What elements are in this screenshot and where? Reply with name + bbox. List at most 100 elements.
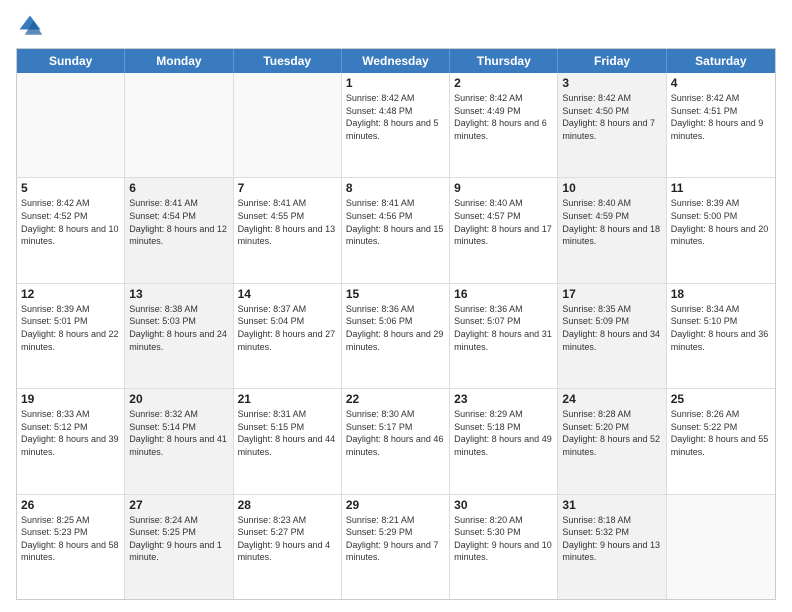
day-number: 23 [454, 392, 553, 406]
day-detail: Sunrise: 8:41 AM Sunset: 4:54 PM Dayligh… [129, 197, 228, 247]
day-detail: Sunrise: 8:41 AM Sunset: 4:56 PM Dayligh… [346, 197, 445, 247]
cal-cell: 15Sunrise: 8:36 AM Sunset: 5:06 PM Dayli… [342, 284, 450, 388]
day-detail: Sunrise: 8:38 AM Sunset: 5:03 PM Dayligh… [129, 303, 228, 353]
day-number: 5 [21, 181, 120, 195]
cal-cell: 12Sunrise: 8:39 AM Sunset: 5:01 PM Dayli… [17, 284, 125, 388]
header [16, 12, 776, 40]
day-number: 19 [21, 392, 120, 406]
day-detail: Sunrise: 8:30 AM Sunset: 5:17 PM Dayligh… [346, 408, 445, 458]
cal-cell: 24 Sunrise: 8:28 AM Sunset: 5:20 PM Dayli… [558, 389, 666, 493]
cal-cell: 25 Sunrise: 8:26 AM Sunset: 5:22 PM Dayli… [667, 389, 775, 493]
day-number: 20 [129, 392, 228, 406]
col-header-monday: Monday [125, 49, 233, 73]
day-number: 25 [671, 392, 771, 406]
week-row-2: 5 Sunrise: 8:42 AM Sunset: 4:52 PM Daylig… [17, 178, 775, 283]
day-number: 15 [346, 287, 445, 301]
week-row-4: 19 Sunrise: 8:33 AM Sunset: 5:12 PM Dayli… [17, 389, 775, 494]
page: SundayMondayTuesdayWednesdayThursdayFrid… [0, 0, 792, 612]
logo [16, 12, 48, 40]
cal-cell: 11Sunrise: 8:39 AM Sunset: 5:00 PM Dayli… [667, 178, 775, 282]
day-detail: Sunrise: 8:21 AM Sunset: 5:29 PM Dayligh… [346, 514, 445, 564]
day-detail: Sunrise: 8:33 AM Sunset: 5:12 PM Dayligh… [21, 408, 120, 458]
cal-cell: 9 Sunrise: 8:40 AM Sunset: 4:57 PM Daylig… [450, 178, 558, 282]
day-detail: Sunrise: 8:40 AM Sunset: 4:57 PM Dayligh… [454, 197, 553, 247]
day-detail: Sunrise: 8:24 AM Sunset: 5:25 PM Dayligh… [129, 514, 228, 564]
cal-cell: 4 Sunrise: 8:42 AM Sunset: 4:51 PM Daylig… [667, 73, 775, 177]
day-detail: Sunrise: 8:42 AM Sunset: 4:48 PM Dayligh… [346, 92, 445, 142]
day-number: 9 [454, 181, 553, 195]
week-row-3: 12Sunrise: 8:39 AM Sunset: 5:01 PM Dayli… [17, 284, 775, 389]
day-detail: Sunrise: 8:42 AM Sunset: 4:52 PM Dayligh… [21, 197, 120, 247]
col-header-thursday: Thursday [450, 49, 558, 73]
cal-cell: 18 Sunrise: 8:34 AM Sunset: 5:10 PM Dayli… [667, 284, 775, 388]
day-detail: Sunrise: 8:42 AM Sunset: 4:49 PM Dayligh… [454, 92, 553, 142]
day-number: 31 [562, 498, 661, 512]
cal-cell: 23 Sunrise: 8:29 AM Sunset: 5:18 PM Dayli… [450, 389, 558, 493]
cal-cell [125, 73, 233, 177]
cal-cell: 19 Sunrise: 8:33 AM Sunset: 5:12 PM Dayli… [17, 389, 125, 493]
day-detail: Sunrise: 8:35 AM Sunset: 5:09 PM Dayligh… [562, 303, 661, 353]
day-detail: Sunrise: 8:40 AM Sunset: 4:59 PM Dayligh… [562, 197, 661, 247]
day-number: 3 [562, 76, 661, 90]
logo-icon [16, 12, 44, 40]
col-header-wednesday: Wednesday [342, 49, 450, 73]
cal-cell: 26Sunrise: 8:25 AM Sunset: 5:23 PM Dayli… [17, 495, 125, 599]
day-detail: Sunrise: 8:23 AM Sunset: 5:27 PM Dayligh… [238, 514, 337, 564]
day-number: 30 [454, 498, 553, 512]
day-detail: Sunrise: 8:42 AM Sunset: 4:50 PM Dayligh… [562, 92, 661, 142]
col-header-friday: Friday [558, 49, 666, 73]
day-detail: Sunrise: 8:37 AM Sunset: 5:04 PM Dayligh… [238, 303, 337, 353]
week-row-1: 1 Sunrise: 8:42 AM Sunset: 4:48 PM Daylig… [17, 73, 775, 178]
cal-cell [667, 495, 775, 599]
cal-cell: 6 Sunrise: 8:41 AM Sunset: 4:54 PM Daylig… [125, 178, 233, 282]
day-number: 8 [346, 181, 445, 195]
day-number: 24 [562, 392, 661, 406]
day-number: 13 [129, 287, 228, 301]
cal-cell: 27Sunrise: 8:24 AM Sunset: 5:25 PM Dayli… [125, 495, 233, 599]
cal-cell: 29 Sunrise: 8:21 AM Sunset: 5:29 PM Dayli… [342, 495, 450, 599]
day-number: 12 [21, 287, 120, 301]
day-number: 1 [346, 76, 445, 90]
week-row-5: 26Sunrise: 8:25 AM Sunset: 5:23 PM Dayli… [17, 495, 775, 599]
day-number: 29 [346, 498, 445, 512]
cal-cell: 22 Sunrise: 8:30 AM Sunset: 5:17 PM Dayli… [342, 389, 450, 493]
calendar-body: 1 Sunrise: 8:42 AM Sunset: 4:48 PM Daylig… [17, 73, 775, 599]
day-number: 14 [238, 287, 337, 301]
day-number: 10 [562, 181, 661, 195]
day-number: 4 [671, 76, 771, 90]
cal-cell: 3 Sunrise: 8:42 AM Sunset: 4:50 PM Daylig… [558, 73, 666, 177]
calendar: SundayMondayTuesdayWednesdayThursdayFrid… [16, 48, 776, 600]
cal-cell: 16 Sunrise: 8:36 AM Sunset: 5:07 PM Dayli… [450, 284, 558, 388]
day-number: 16 [454, 287, 553, 301]
cal-cell [234, 73, 342, 177]
day-detail: Sunrise: 8:32 AM Sunset: 5:14 PM Dayligh… [129, 408, 228, 458]
day-number: 28 [238, 498, 337, 512]
day-number: 21 [238, 392, 337, 406]
day-number: 22 [346, 392, 445, 406]
day-number: 2 [454, 76, 553, 90]
cal-cell: 31Sunrise: 8:18 AM Sunset: 5:32 PM Dayli… [558, 495, 666, 599]
day-detail: Sunrise: 8:42 AM Sunset: 4:51 PM Dayligh… [671, 92, 771, 142]
day-detail: Sunrise: 8:20 AM Sunset: 5:30 PM Dayligh… [454, 514, 553, 564]
cal-cell: 30 Sunrise: 8:20 AM Sunset: 5:30 PM Dayli… [450, 495, 558, 599]
cal-cell: 28 Sunrise: 8:23 AM Sunset: 5:27 PM Dayli… [234, 495, 342, 599]
day-detail: Sunrise: 8:36 AM Sunset: 5:07 PM Dayligh… [454, 303, 553, 353]
day-detail: Sunrise: 8:28 AM Sunset: 5:20 PM Dayligh… [562, 408, 661, 458]
cal-cell: 17 Sunrise: 8:35 AM Sunset: 5:09 PM Dayli… [558, 284, 666, 388]
cal-cell: 10 Sunrise: 8:40 AM Sunset: 4:59 PM Dayli… [558, 178, 666, 282]
col-header-tuesday: Tuesday [234, 49, 342, 73]
day-detail: Sunrise: 8:39 AM Sunset: 5:00 PM Dayligh… [671, 197, 771, 247]
day-detail: Sunrise: 8:29 AM Sunset: 5:18 PM Dayligh… [454, 408, 553, 458]
day-detail: Sunrise: 8:26 AM Sunset: 5:22 PM Dayligh… [671, 408, 771, 458]
cal-cell: 2 Sunrise: 8:42 AM Sunset: 4:49 PM Daylig… [450, 73, 558, 177]
day-number: 6 [129, 181, 228, 195]
col-header-sunday: Sunday [17, 49, 125, 73]
day-number: 17 [562, 287, 661, 301]
calendar-header: SundayMondayTuesdayWednesdayThursdayFrid… [17, 49, 775, 73]
cal-cell: 5 Sunrise: 8:42 AM Sunset: 4:52 PM Daylig… [17, 178, 125, 282]
cal-cell: 7Sunrise: 8:41 AM Sunset: 4:55 PM Daylig… [234, 178, 342, 282]
cal-cell: 14 Sunrise: 8:37 AM Sunset: 5:04 PM Dayli… [234, 284, 342, 388]
day-number: 18 [671, 287, 771, 301]
day-detail: Sunrise: 8:41 AM Sunset: 4:55 PM Dayligh… [238, 197, 337, 247]
day-detail: Sunrise: 8:34 AM Sunset: 5:10 PM Dayligh… [671, 303, 771, 353]
